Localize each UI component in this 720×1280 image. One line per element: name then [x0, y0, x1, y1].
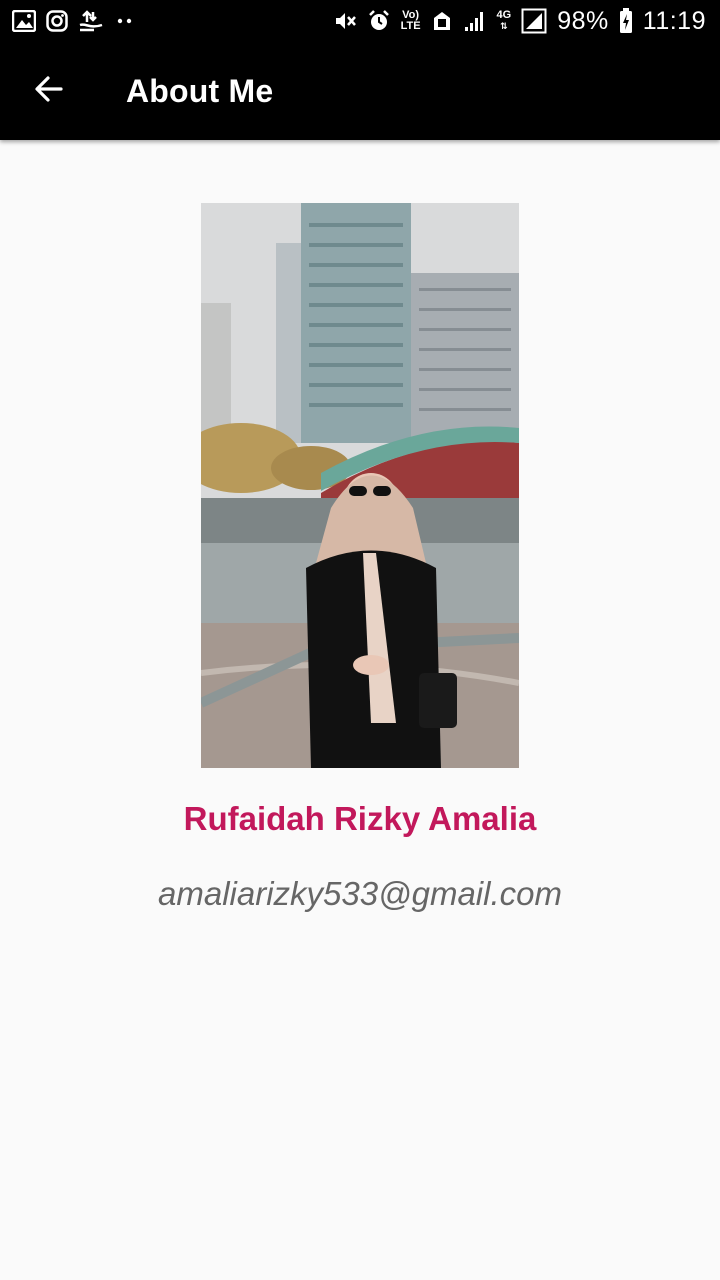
- gallery-icon: [12, 8, 36, 34]
- signal-icon: [463, 8, 487, 34]
- 4g-icon: 4G ⇅: [496, 9, 512, 32]
- more-dots-icon: [114, 8, 136, 34]
- status-bar-right: Vo) LTE 4G ⇅ 98% 11:19: [333, 7, 706, 36]
- alarm-icon: [367, 8, 391, 34]
- data-saver-icon: [431, 8, 453, 34]
- upload-icon: [78, 8, 104, 34]
- about-content: Rufaidah Rizky Amalia amaliarizky533@gma…: [0, 140, 720, 1280]
- page-title: About Me: [126, 72, 274, 109]
- status-bar-left: [12, 8, 136, 34]
- volte-bottom-text: LTE: [400, 20, 421, 32]
- battery-percent: 98%: [557, 6, 609, 35]
- instagram-icon: [46, 8, 68, 34]
- back-button[interactable]: [14, 56, 84, 126]
- signal-box-icon: [521, 8, 547, 34]
- clock: 11:19: [642, 6, 706, 35]
- battery-charging-icon: [619, 8, 633, 34]
- app-toolbar: About Me: [0, 42, 720, 140]
- profile-name: Rufaidah Rizky Amalia: [183, 800, 537, 837]
- volte-icon: Vo) LTE: [401, 8, 421, 34]
- mute-icon: [333, 8, 357, 34]
- arrow-back-icon: [33, 73, 65, 110]
- network-type-text: 4G: [496, 9, 512, 21]
- status-bar: Vo) LTE 4G ⇅ 98% 11:19: [0, 0, 720, 42]
- profile-photo: [201, 203, 519, 768]
- profile-email: amaliarizky533@gmail.com: [158, 875, 562, 912]
